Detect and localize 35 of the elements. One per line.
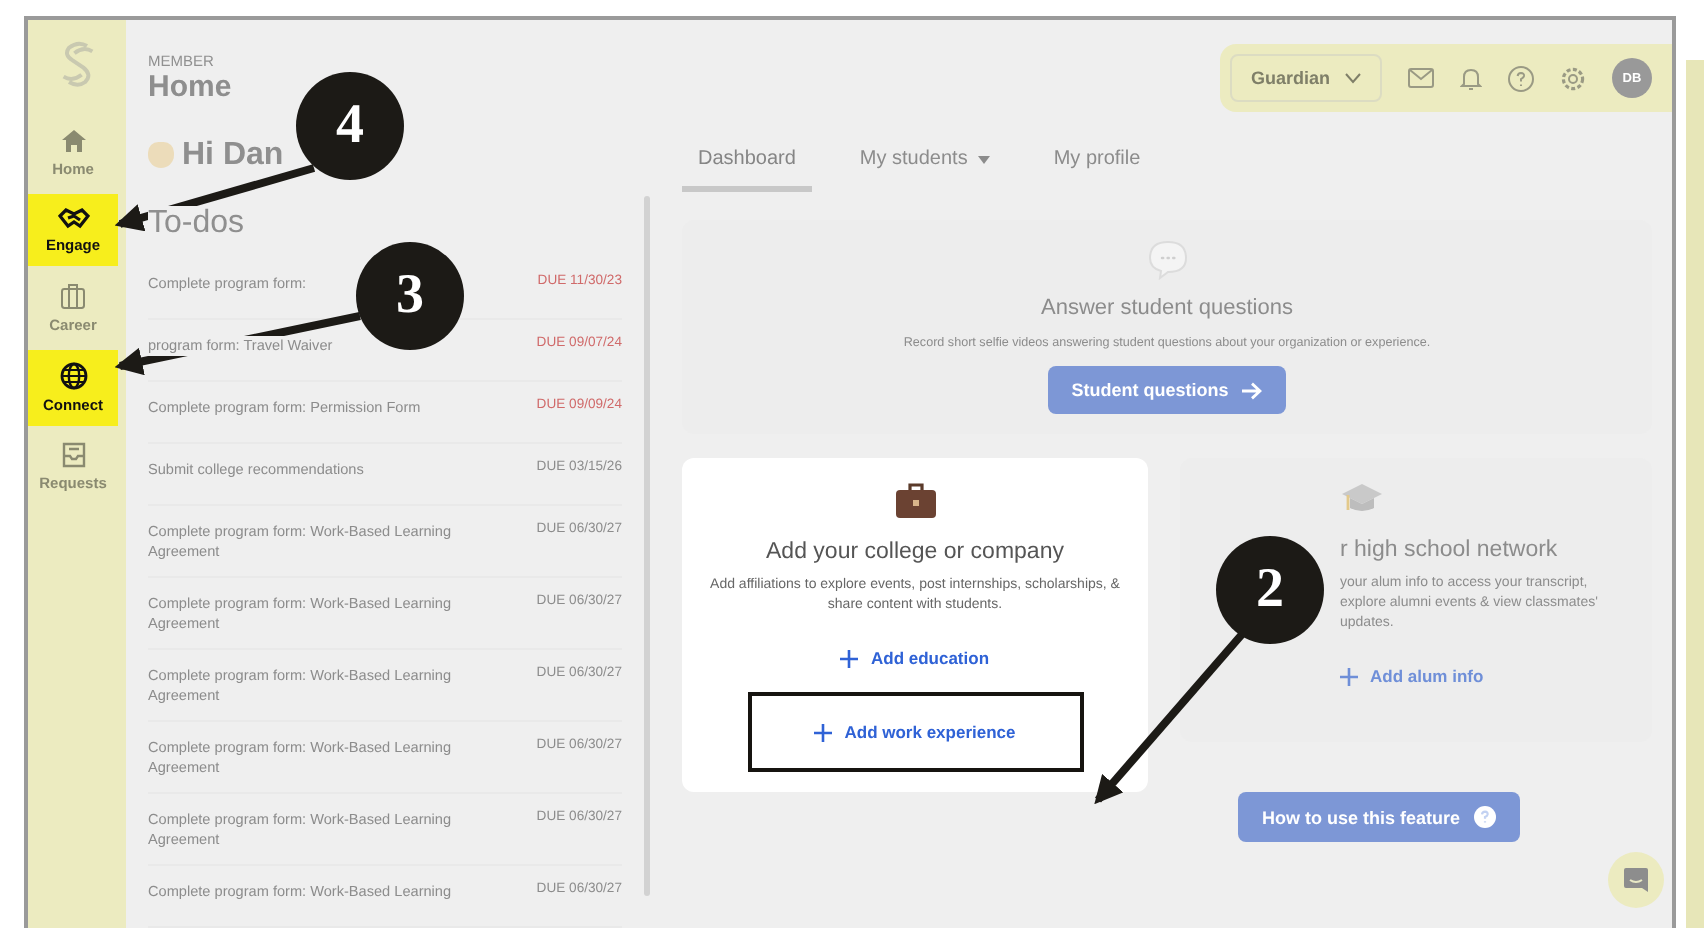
plus-icon [1340, 667, 1358, 685]
help-button[interactable]: How to use this feature [1238, 792, 1521, 842]
briefcase-icon [893, 482, 937, 520]
plus-icon [814, 723, 833, 741]
greeting: Hi Dan [182, 137, 284, 173]
add-link[interactable]: Add education [840, 628, 990, 680]
arrow-right-icon [1242, 381, 1263, 399]
page-title: Home [148, 70, 232, 104]
tab[interactable]: My students [843, 136, 1006, 192]
card-title: Add your college or company [766, 540, 1064, 564]
plus-icon [840, 649, 859, 667]
help-icon[interactable] [1508, 65, 1534, 91]
chat-icon [1622, 866, 1650, 894]
chevron-icon [1344, 72, 1362, 84]
logo-icon [59, 40, 95, 88]
role-dropdown[interactable]: Guardian [1230, 54, 1382, 102]
briefcase-icon [60, 282, 86, 310]
caret-icon [977, 155, 990, 163]
handshake-icon [57, 206, 89, 230]
tab[interactable]: My profile [1037, 136, 1157, 192]
tab[interactable]: Dashboard [682, 136, 812, 192]
settings-icon[interactable] [1560, 65, 1586, 91]
home-icon [59, 128, 87, 154]
card-title: Answer student questions [1041, 296, 1293, 320]
bell-icon[interactable] [1460, 65, 1482, 91]
card-title: r high school network [1340, 538, 1558, 562]
chat-button[interactable] [1608, 852, 1664, 908]
speech-bubble-icon [1147, 240, 1187, 280]
mail-icon[interactable] [1408, 68, 1434, 88]
add-link[interactable]: Add work experience [814, 722, 1016, 742]
help-icon [1474, 806, 1497, 828]
student-questions-button[interactable]: Student questions [1047, 366, 1287, 414]
globe-icon [59, 362, 87, 390]
add-link[interactable]: Add alum info [1340, 646, 1484, 698]
inbox-icon [59, 442, 87, 468]
